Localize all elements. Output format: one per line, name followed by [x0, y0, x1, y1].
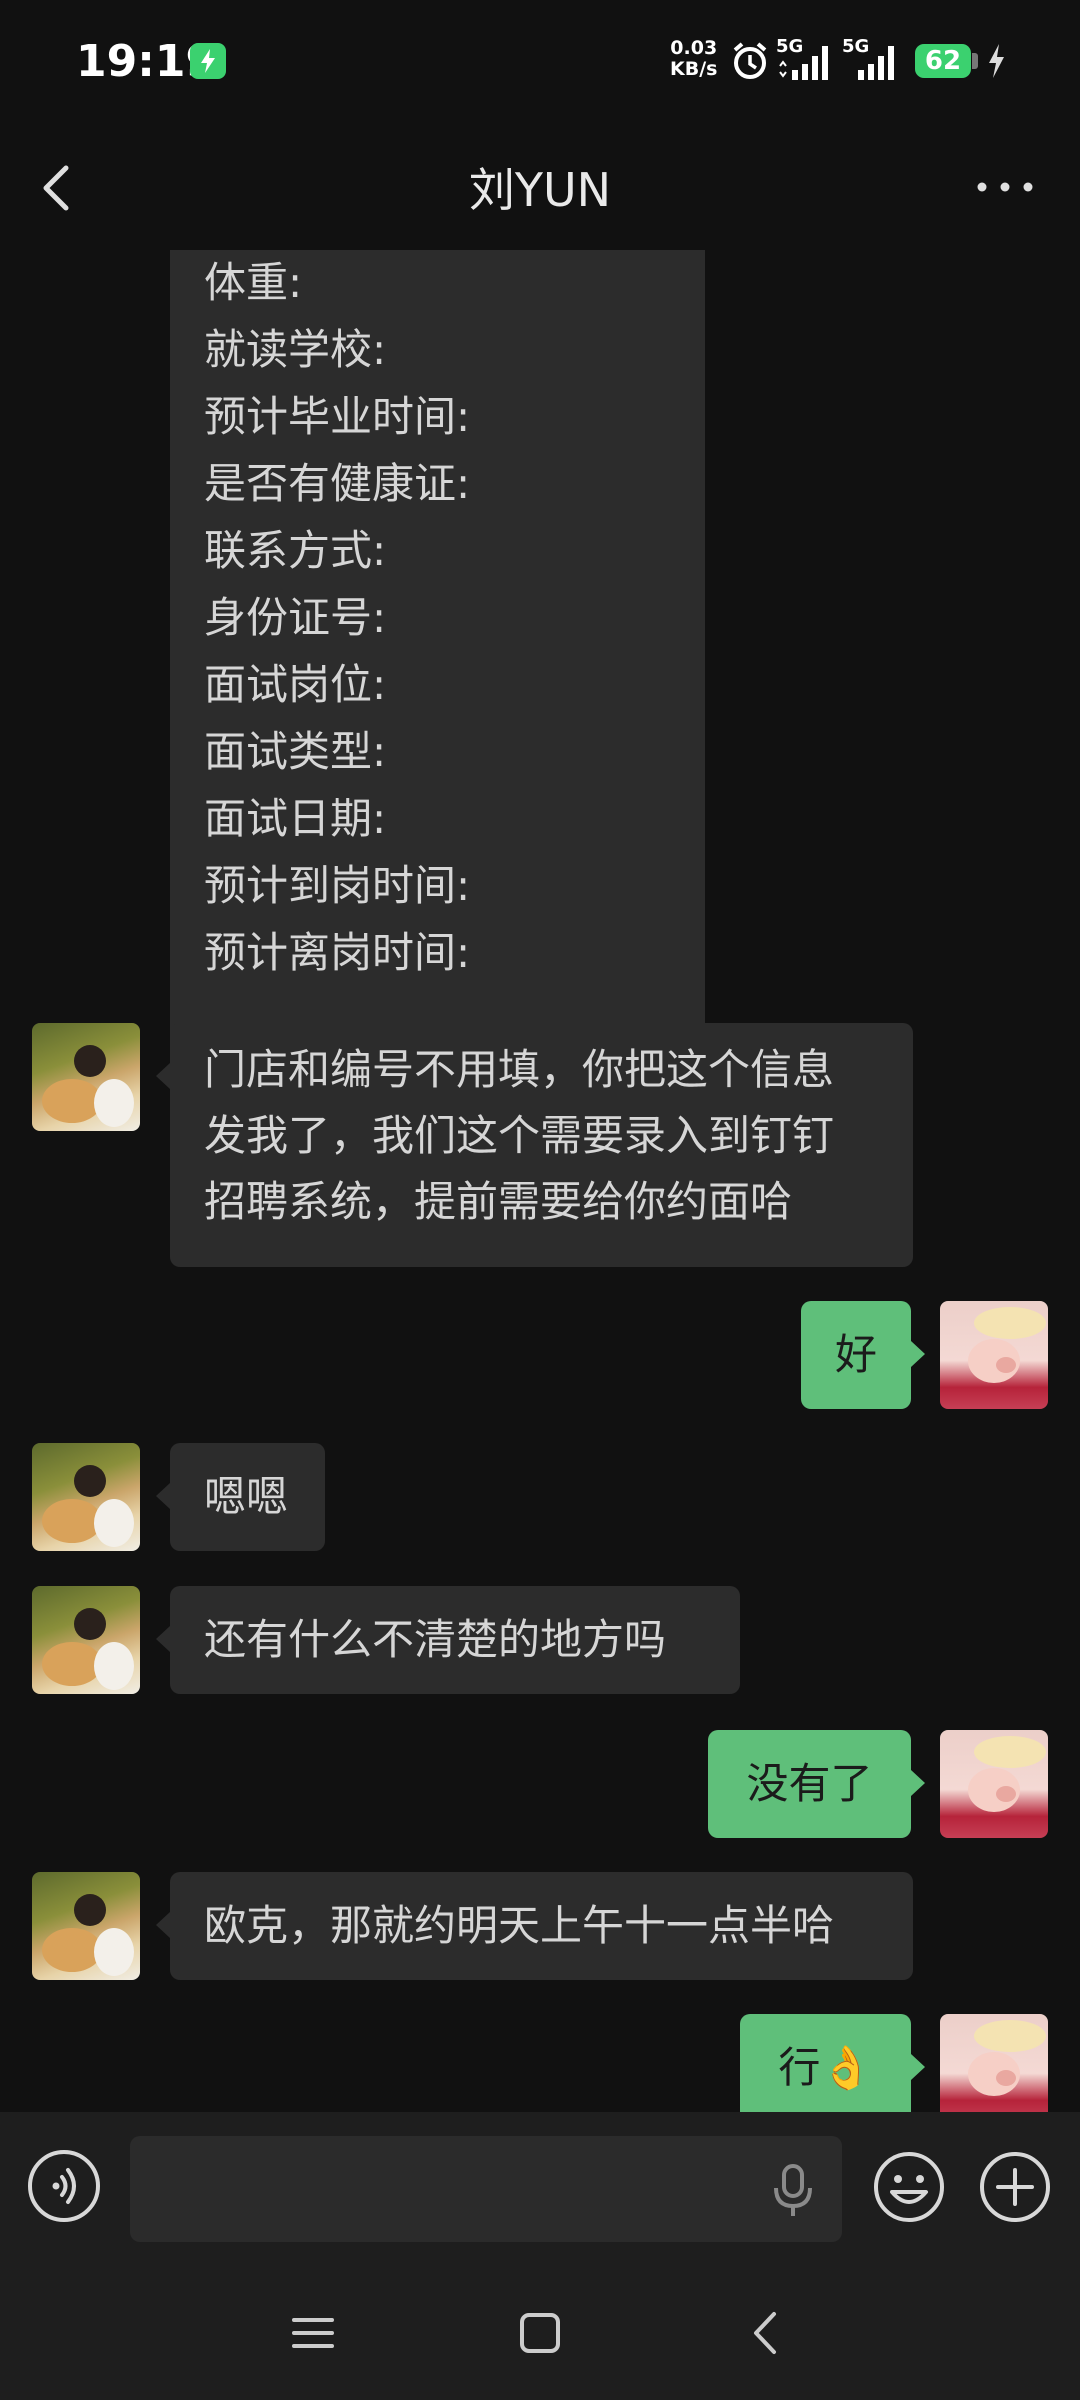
message-bubble-incoming[interactable]: 嗯嗯 — [156, 1443, 325, 1551]
message-text: 发我了，我们这个需要录入到钉钉 — [204, 1111, 835, 1160]
message-text: 行👌 — [778, 2043, 873, 2092]
battery-tip — [972, 53, 978, 69]
contact-avatar[interactable] — [32, 1872, 140, 1980]
net-speed: 0.03 KB/s — [670, 38, 717, 80]
net-speed-unit: KB/s — [670, 58, 718, 80]
message-text: 嗯嗯 — [204, 1472, 289, 1521]
form-line: 面试岗位: — [204, 660, 387, 709]
microphone-icon[interactable] — [770, 2162, 816, 2218]
form-line: 预计毕业时间: — [204, 392, 471, 441]
form-line: 预计离岗时间: — [204, 928, 471, 977]
form-line: 体重: — [204, 258, 303, 307]
contact-avatar[interactable] — [32, 1023, 140, 1131]
voice-input-button[interactable] — [28, 2150, 100, 2222]
message-text: 好 — [834, 1330, 877, 1379]
message-text: 欧克，那就约明天上午十一点半哈 — [204, 1901, 835, 1950]
form-line: 是否有健康证: — [204, 459, 471, 508]
message-bubble-outgoing[interactable]: 没有了 — [708, 1730, 925, 1838]
message-bubble-incoming[interactable]: 还有什么不清楚的地方吗 — [156, 1586, 740, 1694]
chat-message-list[interactable]: 体重: 就读学校: 预计毕业时间: 是否有健康证: 联系方式: 身份证号: 面试… — [0, 250, 1080, 2112]
contact-avatar[interactable] — [32, 1586, 140, 1694]
charging-app-icon — [190, 43, 226, 79]
home-nav-button[interactable] — [515, 2308, 565, 2358]
message-text-input[interactable] — [130, 2136, 842, 2242]
status-bar: 19:19 0.03 KB/s 5G 5G 62 — [0, 0, 1080, 124]
chat-title: 刘YUN — [468, 163, 612, 217]
form-line: 面试类型: — [204, 727, 387, 776]
message-bubble-outgoing[interactable]: 行👌 — [740, 2014, 925, 2112]
signal-5g-icon: 5G — [776, 36, 838, 80]
chat-header: 刘YUN — [0, 124, 1080, 250]
charging-bolt-icon — [989, 44, 1004, 78]
message-bubble-incoming[interactable]: 门店和编号不用填，你把这个信息 发我了，我们这个需要录入到钉钉 招聘系统，提前需… — [156, 1023, 913, 1267]
form-line: 身份证号: — [204, 593, 387, 642]
back-nav-button[interactable] — [742, 2308, 792, 2358]
form-line: 联系方式: — [204, 526, 387, 575]
form-line: 面试日期: — [204, 794, 387, 843]
net-speed-value: 0.03 — [670, 37, 718, 59]
form-line: 就读学校: — [204, 325, 387, 374]
message-text: 没有了 — [746, 1759, 873, 1808]
my-avatar[interactable] — [940, 1730, 1048, 1838]
battery-icon: 62 — [915, 44, 971, 78]
message-text: 门店和编号不用填，你把这个信息 — [204, 1045, 835, 1094]
form-line: 预计到岗时间: — [204, 861, 471, 910]
my-avatar[interactable] — [940, 2014, 1048, 2112]
message-text: 招聘系统，提前需要给你约面哈 — [204, 1177, 793, 1226]
contact-avatar[interactable] — [32, 1443, 140, 1551]
my-avatar[interactable] — [940, 1301, 1048, 1409]
system-navigation-bar — [0, 2258, 1080, 2400]
more-options-button[interactable] — [970, 164, 1040, 210]
message-bubble-outgoing[interactable]: 好 — [801, 1301, 925, 1409]
battery-level: 62 — [924, 46, 962, 76]
voice-wave-icon — [52, 2168, 76, 2204]
message-text: 还有什么不清楚的地方吗 — [204, 1615, 667, 1664]
signal-5g-icon: 5G — [842, 36, 904, 80]
message-bubble-incoming[interactable]: 欧克，那就约明天上午十一点半哈 — [156, 1872, 913, 1980]
more-functions-plus-button[interactable] — [978, 2150, 1052, 2224]
message-input-bar — [0, 2112, 1080, 2258]
emoji-button[interactable] — [872, 2150, 946, 2224]
menu-nav-button[interactable] — [288, 2308, 338, 2358]
alarm-icon — [733, 42, 767, 79]
